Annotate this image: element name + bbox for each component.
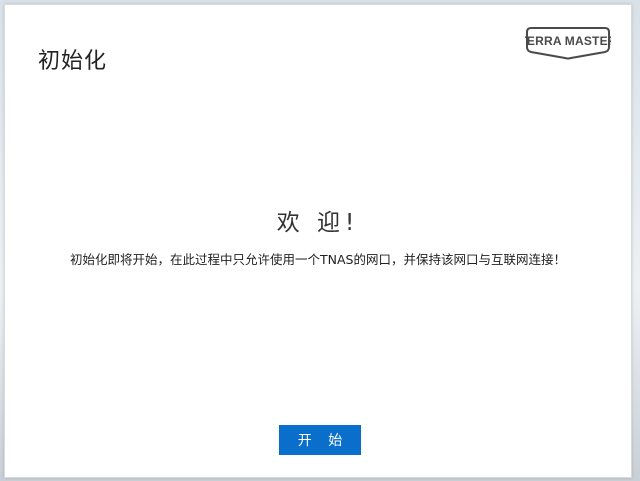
- initialization-dialog: 初始化 TERRA MASTER 欢 迎! 初始化即将开始，在此过程中只允许使用…: [4, 4, 632, 478]
- dialog-title: 初始化: [38, 49, 108, 74]
- welcome-heading: 欢 迎!: [276, 210, 360, 236]
- start-button[interactable]: 开 始: [279, 425, 361, 455]
- logo-text: TERRA MASTER: [525, 34, 611, 48]
- terramaster-logo: TERRA MASTER: [525, 25, 611, 61]
- terramaster-logo-icon: TERRA MASTER: [525, 27, 611, 60]
- init-message: 初始化即将开始，在此过程中只允许使用一个TNAS的网口，并保持该网口与互联网连接…: [70, 252, 566, 267]
